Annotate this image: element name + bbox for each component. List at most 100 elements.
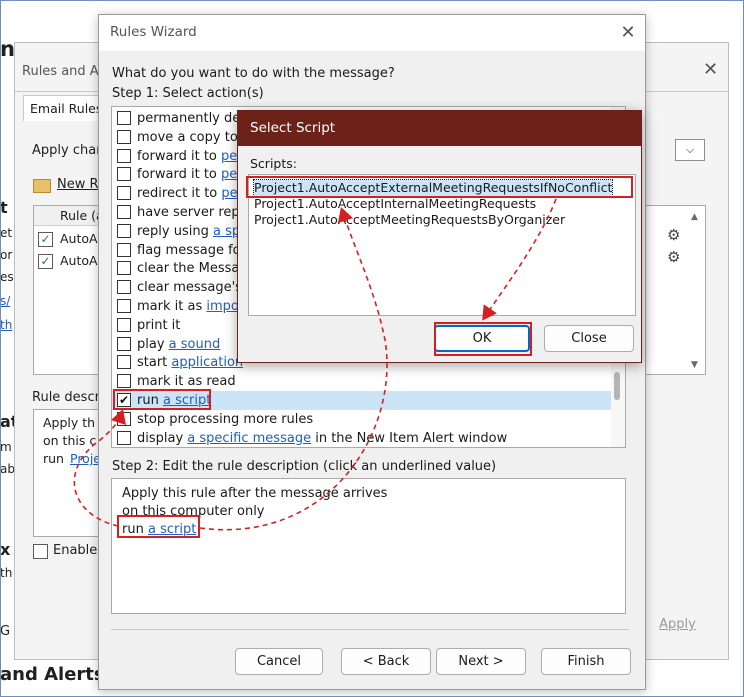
action-label: clear message's [137, 278, 242, 297]
action-checkbox[interactable] [117, 111, 131, 125]
enable-checkbox[interactable] [33, 544, 48, 559]
background-text-fragment: et [0, 226, 13, 240]
action-checkbox[interactable] [117, 261, 131, 276]
action-checkbox[interactable] [117, 186, 131, 201]
folder-combo-arrow[interactable]: ⌵ [675, 139, 705, 161]
background-text-fragment: es [0, 270, 14, 284]
new-rule-label: New R [57, 177, 99, 192]
ok-button[interactable]: OK [434, 325, 530, 352]
rule-enabled-checkbox[interactable]: ✓ [38, 254, 53, 269]
action-link[interactable]: pe [221, 167, 237, 182]
action-label: play a sound [137, 335, 220, 354]
description-link[interactable]: Proje [70, 451, 101, 466]
action-row[interactable]: stop processing more rules [112, 410, 612, 429]
apply-button[interactable]: Apply [640, 613, 715, 637]
action-text: forward it to [137, 167, 221, 183]
action-checkbox[interactable] [117, 317, 131, 332]
action-checkbox[interactable] [117, 336, 131, 351]
action-text: display [137, 430, 188, 446]
description-run-text: run [122, 522, 148, 537]
description-line: on this computer only [122, 504, 265, 519]
action-label: print it [137, 316, 180, 335]
action-text: forward it to [137, 148, 221, 164]
action-label: forward it to pe [137, 147, 237, 166]
rule-description-editor: Apply this rule after the message arrive… [111, 478, 626, 614]
action-label: move a copy to [137, 128, 238, 147]
action-checkbox[interactable] [117, 411, 131, 426]
action-link[interactable]: a specific message [187, 431, 311, 446]
action-checkbox[interactable]: ✔ [117, 393, 131, 407]
script-item[interactable]: Project1.AutoAcceptMeetingRequestsByOrga… [254, 212, 565, 228]
close-icon[interactable]: ✕ [703, 59, 718, 80]
finish-button[interactable]: Finish [541, 648, 631, 675]
action-checkbox[interactable] [117, 242, 131, 257]
action-checkbox[interactable] [117, 223, 131, 238]
action-row[interactable]: mark it as read [112, 372, 612, 391]
close-icon[interactable]: ✕ [616, 21, 640, 45]
close-button[interactable]: Close [544, 325, 634, 352]
rule-enabled-checkbox[interactable]: ✓ [38, 232, 53, 247]
action-row[interactable]: ✔ run a script [112, 391, 612, 410]
description-line: run [43, 451, 64, 466]
apply-changes-label: Apply chan [32, 143, 105, 158]
action-link[interactable]: a sound [169, 337, 221, 352]
action-text: start [137, 355, 172, 371]
action-label: mark it as read [137, 372, 236, 391]
scroll-up-icon[interactable]: ▲ [691, 212, 698, 222]
action-text: clear the Messa [137, 261, 240, 277]
action-link[interactable]: a script [163, 393, 211, 408]
cancel-button[interactable]: Cancel [235, 648, 323, 675]
action-label: stop processing more rules [137, 410, 313, 429]
script-item[interactable]: Project1.AutoAcceptInternalMeetingReques… [254, 196, 536, 212]
scripts-list[interactable]: Project1.AutoAcceptExternalMeetingReques… [248, 174, 636, 316]
action-checkbox[interactable] [117, 299, 131, 313]
action-label: have server repl [137, 203, 243, 222]
rule-name[interactable]: AutoA [60, 253, 98, 268]
action-link[interactable]: pe [221, 186, 237, 201]
a-script-link[interactable]: a script [148, 522, 196, 537]
action-checkbox[interactable] [117, 355, 131, 370]
next-button[interactable]: Next > [436, 648, 526, 675]
action-checkbox[interactable] [117, 374, 131, 389]
rule-options-icon: ⚙ [667, 226, 681, 244]
action-label: mark it as impo [137, 297, 239, 316]
action-label: forward it to pe [137, 165, 237, 184]
action-label: permanently de [137, 109, 240, 128]
action-checkbox[interactable] [117, 148, 131, 163]
action-text: permanently de [137, 111, 241, 126]
background-text-fragment: x [0, 540, 11, 559]
rules-wizard-titlebar: Rules Wizard ✕ [99, 15, 645, 51]
rule-name[interactable]: AutoA [60, 231, 98, 246]
rules-and-alerts-title: Rules and A [22, 64, 99, 79]
action-text: flag message fo [137, 242, 241, 258]
background-text-fragment: t [0, 198, 8, 217]
action-text: mark it as [137, 299, 207, 314]
action-checkbox[interactable] [117, 430, 131, 445]
action-label: clear the Messa [137, 259, 239, 278]
action-checkbox[interactable] [117, 129, 131, 144]
action-checkbox[interactable] [117, 205, 131, 219]
scroll-down-icon[interactable]: ▼ [691, 360, 698, 370]
action-text: have server repl [137, 205, 244, 220]
action-label: start application [137, 353, 243, 372]
action-text-after: in the New Item Alert window [311, 430, 508, 446]
action-text: move a copy to [137, 129, 238, 145]
wizard-question: What do you want to do with the message? [112, 66, 395, 81]
background-text-fragment: m [0, 440, 12, 454]
action-text: mark it as read [137, 374, 236, 390]
chevron-down-icon: ⌵ [685, 143, 695, 156]
action-link[interactable]: application [171, 355, 243, 370]
back-button[interactable]: < Back [341, 648, 431, 675]
action-row[interactable]: display a specific message in the New It… [112, 429, 612, 447]
scripts-label: Scripts: [250, 156, 297, 171]
action-checkbox[interactable] [117, 167, 131, 182]
background-link-fragment[interactable]: th [0, 318, 12, 332]
action-checkbox[interactable] [117, 280, 131, 295]
action-link[interactable]: impo [206, 299, 238, 314]
script-item[interactable]: Project1.AutoAcceptExternalMeetingReques… [252, 179, 614, 197]
description-line: Apply this rule after the message arrive… [122, 486, 388, 501]
background-link-fragment[interactable]: s/ [0, 294, 10, 308]
action-text: reply using [137, 223, 213, 239]
scrollbar-thumb[interactable] [614, 372, 620, 400]
action-link[interactable]: pe [221, 149, 237, 164]
